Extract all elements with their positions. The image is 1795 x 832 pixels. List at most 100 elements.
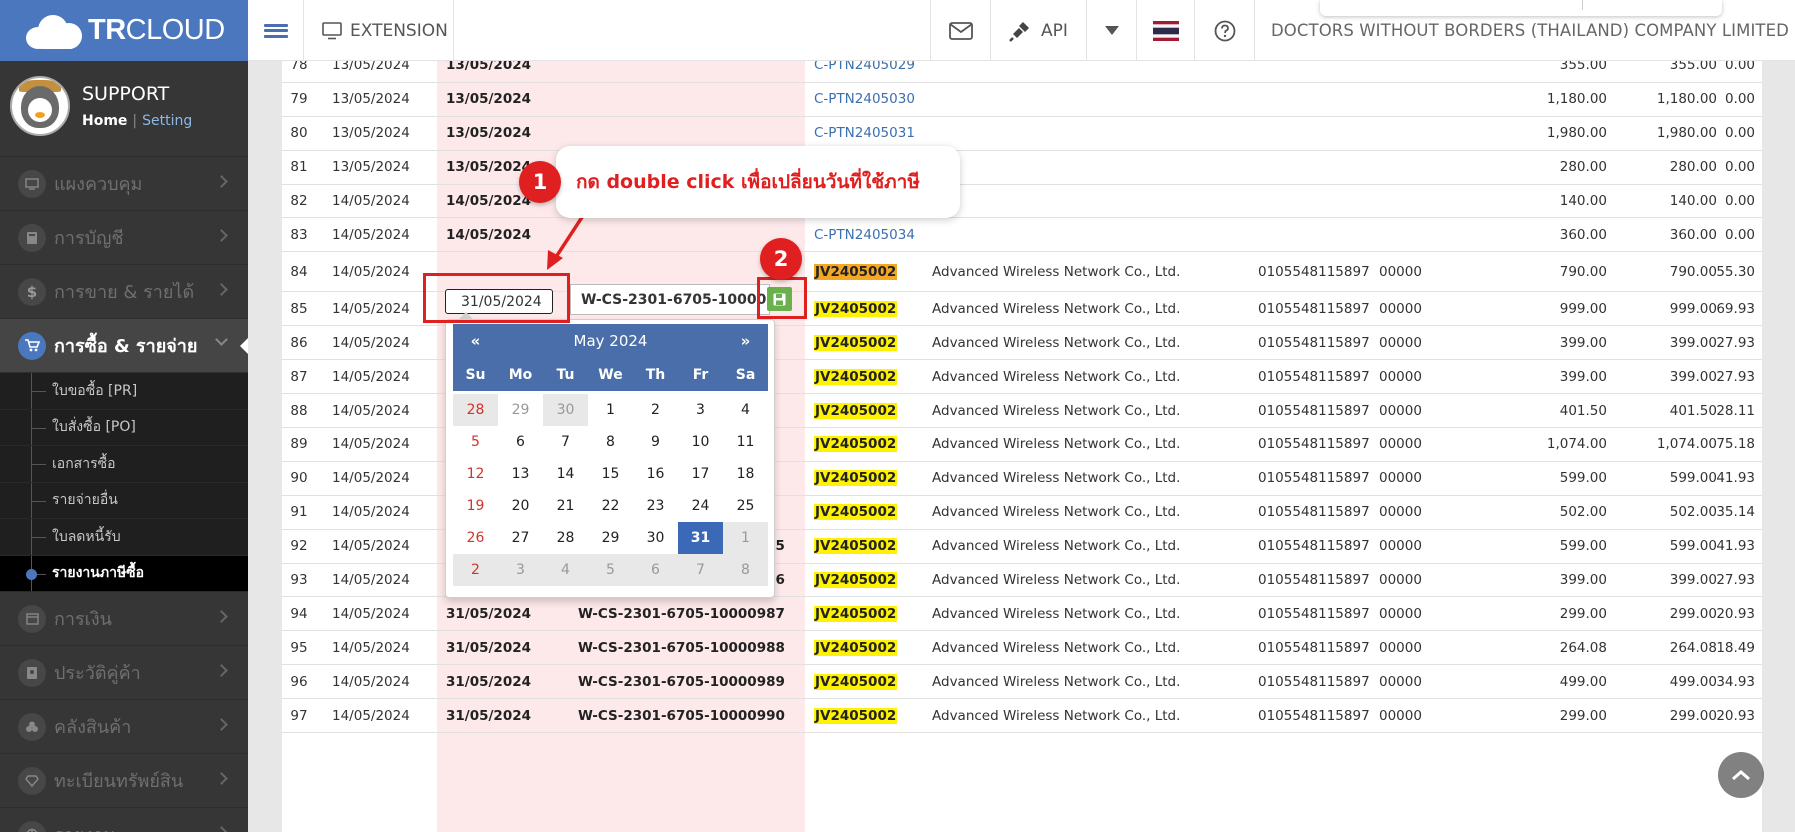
table-row[interactable]: 97 14/05/2024 31/05/2024 W-CS-2301-6705-100… xyxy=(282,699,1762,734)
calendar-day[interactable]: 8 xyxy=(723,554,768,586)
month-label[interactable]: May 2024 xyxy=(498,332,723,350)
table-row[interactable]: 95 14/05/2024 31/05/2024 W-CS-2301-6705-100… xyxy=(282,631,1762,666)
calendar-day[interactable]: 27 xyxy=(498,522,543,554)
reference-cell[interactable]: W-CS-2301-6705-10000990 xyxy=(578,699,785,732)
calendar-day[interactable]: 26 xyxy=(453,522,498,554)
setting-link[interactable]: Setting xyxy=(142,113,192,129)
calendar-day[interactable]: 12 xyxy=(453,458,498,490)
table-row[interactable]: 83 14/05/2024 14/05/2024 C-PTN2405034 360.00… xyxy=(282,219,1762,253)
calendar-day[interactable]: 2 xyxy=(453,554,498,586)
journal-badge[interactable]: JV2405002 xyxy=(814,334,898,351)
next-month-button[interactable]: » xyxy=(723,332,768,350)
document-number-cell[interactable]: JV2405002 xyxy=(814,530,898,563)
journal-badge[interactable]: JV2405002 xyxy=(814,402,898,419)
journal-badge[interactable]: JV2405002 xyxy=(814,707,898,724)
table-row[interactable]: 80 13/05/2024 13/05/2024 C-PTN2405031 1,980.… xyxy=(282,117,1762,151)
document-link[interactable]: C-PTN2405034 xyxy=(814,227,915,243)
reference-input[interactable]: W-CS-2301-6705-10000977 xyxy=(570,284,770,315)
document-number-cell[interactable]: C-PTN2405031 xyxy=(814,117,915,150)
journal-badge[interactable]: JV2405002 xyxy=(814,368,898,385)
mail-button[interactable] xyxy=(930,0,990,61)
sidebar-item-assets[interactable]: ทะเบียนทรัพย์สิน xyxy=(0,754,248,808)
sidebar-item-dashboard[interactable]: แผงควบคุม xyxy=(0,157,248,211)
sidebar-item-inventory[interactable]: คลังสินค้า xyxy=(0,700,248,754)
tax-date-cell[interactable]: 31/05/2024 xyxy=(446,665,531,698)
calendar-day[interactable]: 4 xyxy=(723,394,768,426)
table-row[interactable]: 84 14/05/2024 JV2405002 Advanced Wireless N… xyxy=(282,252,1762,293)
tax-date-cell[interactable]: 31/05/2024 xyxy=(446,598,531,631)
document-number-cell[interactable]: JV2405002 xyxy=(814,428,898,461)
calendar-day[interactable]: 6 xyxy=(633,554,678,586)
calendar-day[interactable]: 9 xyxy=(633,426,678,458)
document-link[interactable]: C-PTN2405031 xyxy=(814,125,915,141)
calendar-day[interactable]: 8 xyxy=(588,426,633,458)
document-number-cell[interactable]: JV2405002 xyxy=(814,360,898,393)
document-number-cell[interactable]: JV2405002 xyxy=(814,699,898,732)
journal-badge[interactable]: JV2405002 xyxy=(814,639,898,656)
document-number-cell[interactable]: JV2405002 xyxy=(814,564,898,597)
calendar-day[interactable]: 23 xyxy=(633,490,678,522)
calendar-day[interactable]: 30 xyxy=(543,394,588,426)
journal-badge[interactable]: JV2405002 xyxy=(814,263,898,280)
home-link[interactable]: Home xyxy=(82,113,127,129)
calendar-day[interactable]: 18 xyxy=(723,458,768,490)
scroll-to-top-button[interactable] xyxy=(1718,752,1764,798)
calendar-day[interactable]: 1 xyxy=(723,522,768,554)
journal-badge[interactable]: JV2405002 xyxy=(814,538,898,555)
calendar-day[interactable]: 14 xyxy=(543,458,588,490)
submenu-item-credit-notes[interactable]: ใบลดหนี้รับ xyxy=(0,519,248,556)
document-link[interactable]: C-PTN2405030 xyxy=(814,91,915,107)
help-button[interactable] xyxy=(1194,0,1254,61)
calendar-day[interactable]: 2 xyxy=(633,394,678,426)
calendar-day[interactable]: 5 xyxy=(453,426,498,458)
calendar-day[interactable]: 15 xyxy=(588,458,633,490)
document-number-cell[interactable]: JV2405002 xyxy=(814,665,898,698)
tax-date-cell[interactable]: 31/05/2024 xyxy=(446,631,531,664)
table-row[interactable]: 81 13/05/2024 13/05/2024 280.00 280.00 0.00 xyxy=(282,151,1762,185)
calendar-day[interactable]: 10 xyxy=(678,426,723,458)
submenu-item-po[interactable]: ใบสั่งซื้อ [PO] xyxy=(0,409,248,446)
submenu-item-purchase-docs[interactable]: เอกสารซื้อ xyxy=(0,446,248,483)
tax-date-cell[interactable]: 14/05/2024 xyxy=(446,219,531,252)
table-row[interactable]: 8214/05/202414/05/2024C-PTN2405033140.00… xyxy=(282,185,1762,219)
calendar-day[interactable]: 3 xyxy=(498,554,543,586)
calendar-day[interactable]: 6 xyxy=(498,426,543,458)
calendar-day[interactable]: 7 xyxy=(543,426,588,458)
journal-badge[interactable]: JV2405002 xyxy=(814,300,898,317)
calendar-day[interactable]: 16 xyxy=(633,458,678,490)
hamburger-menu-button[interactable] xyxy=(248,0,304,61)
tax-date-cell[interactable]: 13/05/2024 xyxy=(446,117,531,150)
sidebar-item-sales[interactable]: $ การขาย & รายได้ xyxy=(0,265,248,319)
table-row[interactable]: 94 14/05/2024 31/05/2024 W-CS-2301-6705-100… xyxy=(282,598,1762,632)
reference-cell[interactable]: W-CS-2301-6705-10000989 xyxy=(578,665,785,698)
tax-date-input[interactable]: 31/05/2024 xyxy=(445,289,553,314)
document-number-cell[interactable]: JV2405002 xyxy=(814,462,898,495)
calendar-day[interactable]: 3 xyxy=(678,394,723,426)
avatar[interactable] xyxy=(10,76,70,136)
journal-badge[interactable]: JV2405002 xyxy=(814,673,898,690)
table-row[interactable]: 79 13/05/2024 13/05/2024 C-PTN2405030 1,180.… xyxy=(282,83,1762,117)
tax-date-cell[interactable]: 31/05/2024 xyxy=(446,699,531,732)
document-number-cell[interactable]: JV2405002 xyxy=(814,252,898,291)
api-button[interactable]: API xyxy=(990,0,1086,61)
calendar-day[interactable]: 21 xyxy=(543,490,588,522)
logo[interactable]: TRCLOUD xyxy=(0,0,248,61)
calendar-day[interactable]: 29 xyxy=(498,394,543,426)
document-number-cell[interactable]: C-PTN2405030 xyxy=(814,83,915,116)
save-button[interactable] xyxy=(767,287,792,311)
calendar-day[interactable]: 28 xyxy=(543,522,588,554)
dropdown-button[interactable] xyxy=(1086,0,1136,61)
document-number-cell[interactable]: C-PTN2405034 xyxy=(814,219,915,252)
table-row[interactable]: 96 14/05/2024 31/05/2024 W-CS-2301-6705-100… xyxy=(282,665,1762,700)
document-number-cell[interactable]: JV2405002 xyxy=(814,598,898,631)
extension-button[interactable]: EXTENSION xyxy=(304,0,454,61)
submenu-item-purchase-tax-report[interactable]: รายงานภาษีซื้อ xyxy=(0,555,248,592)
calendar-day[interactable]: 7 xyxy=(678,554,723,586)
calendar-day[interactable]: 29 xyxy=(588,522,633,554)
tax-date-cell[interactable]: 13/05/2024 xyxy=(446,83,531,116)
calendar-day[interactable]: 1 xyxy=(588,394,633,426)
calendar-day[interactable]: 17 xyxy=(678,458,723,490)
calendar-day[interactable]: 31 xyxy=(678,522,723,554)
calendar-day[interactable]: 25 xyxy=(723,490,768,522)
journal-badge[interactable]: JV2405002 xyxy=(814,436,898,453)
